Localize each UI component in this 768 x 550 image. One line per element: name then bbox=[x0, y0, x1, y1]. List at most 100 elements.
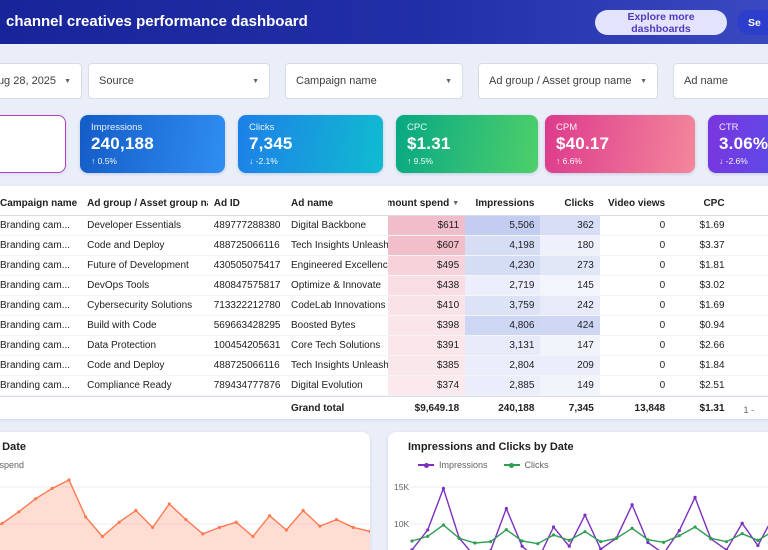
cell-adid: 488725066116 bbox=[213, 240, 280, 251]
cell-adname: Optimize & Innovate bbox=[290, 280, 382, 291]
cell-adname: Digital Backbone bbox=[290, 220, 367, 231]
cell-spend: $398 bbox=[387, 316, 466, 335]
scorecard-cpm[interactable]: CPM $40.17 ↑ 6.6% bbox=[545, 115, 695, 173]
scorecard-label: Clicks bbox=[249, 122, 275, 133]
cell-cpc: $2.66 bbox=[699, 340, 725, 351]
cell-adid: 100454205631 bbox=[213, 340, 281, 351]
cell-spend: $438 bbox=[387, 276, 466, 295]
cell-impr: 5,506 bbox=[465, 216, 541, 235]
col-ad-group[interactable]: Ad group / Asset group name bbox=[81, 191, 208, 215]
source-filter-label: Source bbox=[99, 75, 134, 87]
scorecard-clicks[interactable]: Clicks 7,345 ↓ -2.1% bbox=[238, 115, 383, 173]
table-row[interactable]: Branding cam... Code and Deploy 4887250661… bbox=[0, 356, 768, 376]
campaign-name-filter[interactable]: Campaign name ▼ bbox=[285, 63, 463, 99]
cell-views: 0 bbox=[659, 220, 666, 231]
cell-adid: 488725066116 bbox=[213, 360, 280, 371]
cell-adgroup: Cybersecurity Solutions bbox=[87, 300, 193, 311]
scorecard-label: CTR bbox=[719, 122, 739, 133]
date-range-filter[interactable]: ug 28, 2025 ▼ bbox=[0, 63, 82, 99]
cell-impr: 3,759 bbox=[465, 296, 541, 315]
col-video-views[interactable]: Video views bbox=[600, 191, 671, 215]
cell-spend: $611 bbox=[387, 216, 466, 235]
scorecard-impressions[interactable]: Impressions 240,188 ↑ 0.5% bbox=[80, 115, 225, 173]
chevron-down-icon: ▼ bbox=[64, 77, 71, 85]
cell-clicks: 180 bbox=[540, 236, 600, 255]
cell-campaign: Branding cam... bbox=[0, 220, 71, 231]
header-bar: channel creatives performance dashboard … bbox=[0, 0, 768, 44]
table-row[interactable]: Branding cam... Compliance Ready 789434777… bbox=[0, 376, 768, 396]
cell-adgroup: Future of Development bbox=[87, 260, 189, 271]
cell-cpm bbox=[731, 256, 768, 275]
cell-impr: 2,804 bbox=[465, 356, 541, 375]
col-amount-spend[interactable]: Amount spend ▼ bbox=[388, 191, 465, 215]
scorecard-value: 7,345 bbox=[249, 134, 293, 153]
table-row[interactable]: Branding cam... Developer Essentials 48977… bbox=[0, 216, 768, 236]
cell-adid: 480847575817 bbox=[213, 280, 281, 291]
cell-adid: 430505075417 bbox=[213, 260, 281, 271]
impressions-clicks-chart[interactable] bbox=[388, 472, 768, 550]
table-header-row: Campaign name Ad group / Asset group nam… bbox=[0, 191, 768, 216]
table-pagination[interactable]: 1 - bbox=[743, 405, 754, 415]
legend-item-amount-spend: Amount spend bbox=[0, 460, 24, 470]
cell-adname: Boosted Bytes bbox=[290, 320, 356, 331]
col-clicks[interactable]: Clicks bbox=[540, 191, 599, 215]
grand-total-row: Grand total $9,649.18 240,188 7,345 13,8… bbox=[0, 396, 768, 420]
amount-spend-chart[interactable] bbox=[0, 472, 370, 550]
table-row[interactable]: Branding cam... Code and Deploy 4887250661… bbox=[0, 236, 768, 256]
scorecard-ctr[interactable]: CTR 3.06% ↓ -2.6% bbox=[708, 115, 768, 173]
cell-clicks: 242 bbox=[540, 296, 600, 315]
scorecard-delta: ↑ 9.5% bbox=[407, 156, 433, 166]
cell-cpm bbox=[731, 296, 768, 315]
table-row[interactable]: Branding cam... DevOps Tools 480847575817 O… bbox=[0, 276, 768, 296]
cell-campaign: Branding cam... bbox=[0, 240, 71, 251]
cell-spend: $391 bbox=[387, 336, 466, 355]
table-row[interactable]: Branding cam... Cybersecurity Solutions 71… bbox=[0, 296, 768, 316]
table-body: Branding cam... Developer Essentials 48977… bbox=[0, 216, 768, 396]
col-ad-name[interactable]: Ad name bbox=[285, 191, 388, 215]
cell-clicks: 273 bbox=[540, 256, 600, 275]
cell-views: 0 bbox=[659, 380, 666, 391]
cell-impr: 4,806 bbox=[465, 316, 541, 335]
cell-adgroup: Code and Deploy bbox=[87, 240, 165, 251]
cell-campaign: Branding cam... bbox=[0, 260, 71, 271]
table-row[interactable]: Branding cam... Build with Code 5696634282… bbox=[0, 316, 768, 336]
scorecard-cpc[interactable]: CPC $1.31 ↑ 9.5% bbox=[396, 115, 538, 173]
source-filter[interactable]: Source ▼ bbox=[88, 63, 270, 99]
explore-more-dashboards-button[interactable]: Explore more dashboards bbox=[595, 10, 727, 35]
cell-impr: 4,230 bbox=[465, 256, 541, 275]
grand-total-spend: $9,649.18 bbox=[414, 403, 460, 414]
chart-title: Impressions and Clicks by Date bbox=[408, 441, 574, 453]
page-title: channel creatives performance dashboard bbox=[6, 13, 308, 30]
cell-adname: Digital Evolution bbox=[290, 380, 363, 391]
chevron-down-icon: ▼ bbox=[252, 77, 259, 85]
ad-group-filter[interactable]: Ad group / Asset group name ▼ bbox=[478, 63, 658, 99]
scorecard-label: Impressions bbox=[91, 122, 143, 133]
cell-spend: $495 bbox=[387, 256, 466, 275]
cell-cpm bbox=[731, 216, 768, 235]
date-range-value: ug 28, 2025 bbox=[0, 75, 57, 87]
settings-button[interactable]: Se bbox=[737, 10, 768, 35]
col-ad-id[interactable]: Ad ID bbox=[208, 191, 285, 215]
scorecard-delta: ↓ -2.1% bbox=[249, 156, 278, 166]
cell-cpc: $0.94 bbox=[699, 320, 725, 331]
chart-legend: Impressions Clicks bbox=[418, 460, 549, 470]
table-row[interactable]: Branding cam... Future of Development 4305… bbox=[0, 256, 768, 276]
cell-adname: Tech Insights Unleashed bbox=[290, 240, 388, 251]
ad-name-filter[interactable]: Ad name ▼ bbox=[673, 63, 768, 99]
scorecard-delta: ↑ 0.5% bbox=[91, 156, 117, 166]
col-campaign-name[interactable]: Campaign name bbox=[0, 191, 81, 215]
amount-spend-chart-card: Amount Spend by Date Amount spend bbox=[0, 432, 370, 550]
campaign-filter-label: Campaign name bbox=[296, 75, 377, 87]
table-row[interactable]: Branding cam... Data Protection 1004542056… bbox=[0, 336, 768, 356]
col-amount-spend-label: Amount spend bbox=[387, 197, 450, 209]
col-cut-off[interactable] bbox=[731, 191, 768, 215]
col-cpc[interactable]: CPC bbox=[671, 191, 730, 215]
cell-adname: Core Tech Solutions bbox=[290, 340, 381, 351]
cell-cpm bbox=[731, 336, 768, 355]
cell-impr: 2,885 bbox=[465, 376, 541, 395]
col-impressions[interactable]: Impressions bbox=[465, 191, 540, 215]
cell-clicks: 362 bbox=[540, 216, 600, 235]
scorecard-partial-left[interactable] bbox=[0, 115, 66, 173]
cell-views: 0 bbox=[659, 340, 666, 351]
scorecard-value: 240,188 bbox=[91, 134, 154, 153]
